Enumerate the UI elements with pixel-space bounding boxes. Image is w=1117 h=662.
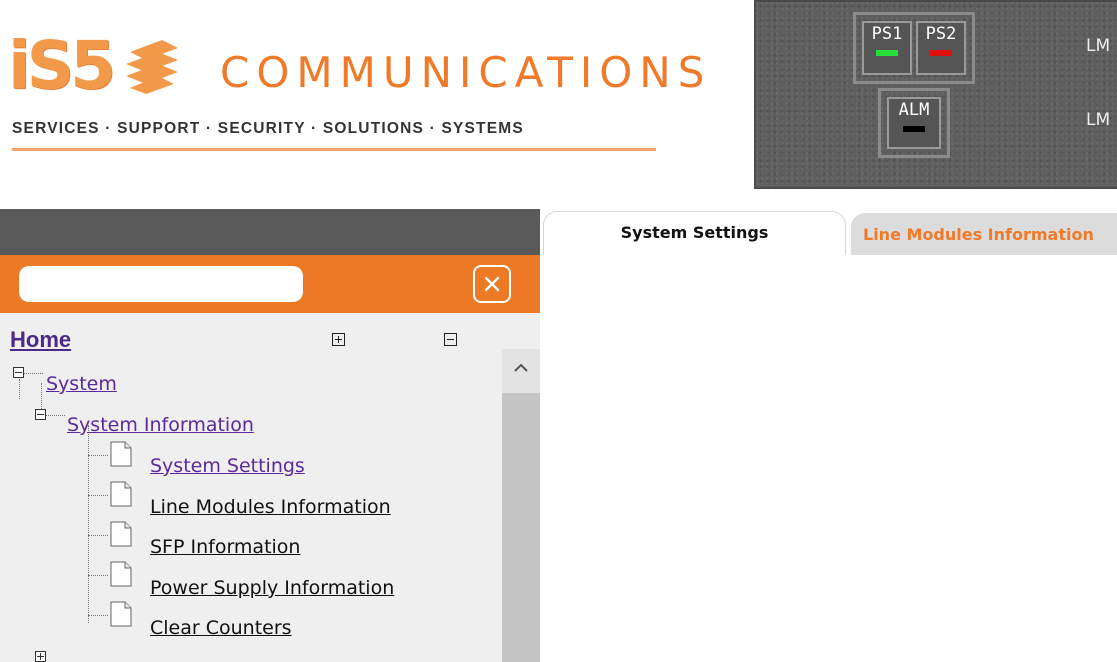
sidebar-header-band [0, 209, 540, 255]
tree-node-system[interactable]: System [46, 373, 117, 395]
scrollbar-thumb[interactable] [502, 393, 540, 662]
tree-node-system-settings[interactable]: System Settings [150, 455, 305, 477]
tree-node-system-information[interactable]: System Information [67, 414, 254, 436]
ps2-led-label: PS2 [925, 24, 957, 44]
scroll-up-button[interactable] [510, 357, 532, 379]
ps2-led: PS2 [916, 21, 966, 75]
alm-led: ALM [887, 97, 941, 149]
page-icon [110, 561, 132, 587]
ps2-led-light [930, 50, 952, 56]
tree-connector [88, 495, 108, 496]
ps1-led-light [876, 50, 898, 56]
tree-connector [45, 415, 65, 416]
tree-connector [41, 383, 42, 411]
device-front-panel: PS1 PS2 ALM LM LM [754, 0, 1117, 189]
page-icon [110, 601, 132, 627]
tab-line-modules-information[interactable]: Line Modules Information [851, 213, 1117, 255]
line-module-label-1: LM [1086, 36, 1111, 56]
ps1-led: PS1 [862, 21, 912, 75]
tree-connector [88, 615, 108, 616]
alm-led-light [903, 126, 925, 132]
tree-connector [19, 379, 20, 399]
page-icon [110, 441, 132, 467]
page-icon [110, 481, 132, 507]
logo-tagline: SERVICES · SUPPORT · SECURITY · SOLUTION… [12, 120, 524, 137]
sidebar-search-bar [0, 255, 540, 313]
collapse-system-information-toggle[interactable] [35, 409, 46, 420]
tab-system-settings[interactable]: System Settings [543, 211, 846, 255]
clear-search-button[interactable] [473, 265, 511, 303]
line-module-label-2: LM [1086, 110, 1111, 130]
tree-node-sfp-information[interactable]: SFP Information [150, 536, 300, 558]
logo-company-name: COMMUNICATIONS [220, 48, 712, 97]
navigation-tree-pane: Home System System Information System Se… [0, 313, 540, 662]
logo-mark: iS5 [8, 26, 184, 106]
chevron-up-icon [514, 363, 528, 372]
page-icon [110, 521, 132, 547]
collapse-all-button[interactable] [444, 333, 457, 346]
tree-node-power-supply-information[interactable]: Power Supply Information [150, 577, 394, 599]
expand-next-branch-toggle[interactable] [35, 651, 46, 662]
expand-all-button[interactable] [332, 333, 345, 346]
tree-connector [88, 575, 108, 576]
tree-node-line-modules-information[interactable]: Line Modules Information [150, 496, 391, 518]
logo-stripes-icon [126, 40, 179, 94]
power-supply-led-group: PS1 PS2 [853, 12, 975, 84]
tree-node-clear-counters[interactable]: Clear Counters [150, 617, 292, 639]
tree-connector [88, 455, 108, 456]
collapse-system-toggle[interactable] [13, 367, 24, 378]
logo-is5-text: iS5 [8, 27, 116, 104]
company-logo: iS5 COMMUNICATIONS SERVICES · SUPPORT · … [8, 22, 704, 162]
ps1-led-label: PS1 [871, 24, 903, 44]
tree-connector [88, 535, 108, 536]
close-icon [484, 276, 500, 292]
search-input[interactable] [19, 266, 303, 302]
home-link[interactable]: Home [10, 327, 71, 353]
logo-underline [12, 148, 656, 151]
alm-led-label: ALM [898, 100, 930, 120]
alarm-led-group: ALM [878, 88, 950, 158]
tree-connector [23, 373, 43, 374]
